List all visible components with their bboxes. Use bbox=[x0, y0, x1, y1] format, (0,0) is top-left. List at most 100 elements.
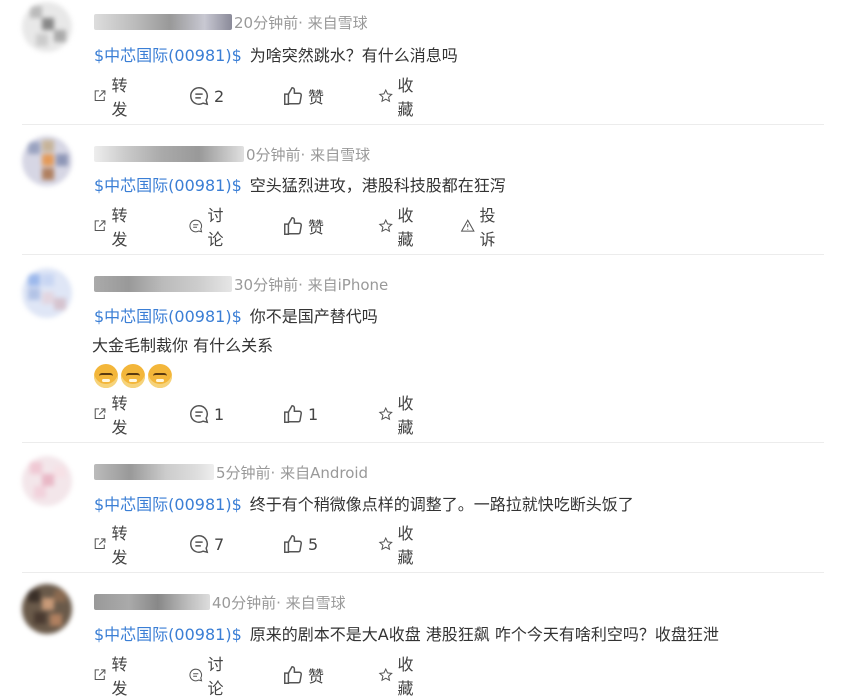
like-button[interactable]: 5 bbox=[282, 533, 318, 555]
stock-link[interactable]: $中芯国际(00981)$ bbox=[94, 625, 242, 644]
comment-bubble-icon bbox=[190, 535, 209, 554]
comment-bubble-icon bbox=[189, 668, 203, 682]
favorite-label: 收藏 bbox=[397, 524, 414, 567]
post-text-extra: 大金毛制裁你 有什么关系 bbox=[92, 336, 274, 355]
thumbs-up-icon bbox=[284, 535, 302, 553]
username-blurred[interactable] bbox=[94, 464, 214, 480]
star-icon bbox=[378, 218, 393, 233]
favorite-button[interactable]: 收藏 bbox=[378, 72, 420, 120]
post-time-source: 0分钟前· 来自雪球 bbox=[246, 145, 371, 164]
share-out-icon bbox=[94, 90, 106, 102]
share-out-icon bbox=[94, 669, 106, 681]
comment-button[interactable]: 讨论 bbox=[188, 202, 230, 250]
username-blurred[interactable] bbox=[94, 146, 244, 162]
like-button[interactable]: 赞 bbox=[282, 663, 324, 687]
favorite-button[interactable]: 收藏 bbox=[378, 651, 420, 699]
stock-link[interactable]: $中芯国际(00981)$ bbox=[94, 176, 242, 195]
like-count: 赞 bbox=[308, 218, 325, 237]
like-count: 赞 bbox=[308, 88, 325, 107]
report-button[interactable]: 投诉 bbox=[460, 202, 502, 250]
comment-count: 7 bbox=[214, 534, 225, 554]
username-blurred[interactable] bbox=[94, 594, 210, 610]
favorite-label: 收藏 bbox=[397, 206, 414, 249]
post-time-source: 40分钟前· 来自雪球 bbox=[212, 593, 346, 612]
post-time-source: 5分钟前· 来自Android bbox=[216, 463, 369, 482]
warning-triangle-icon bbox=[460, 219, 475, 232]
favorite-button[interactable]: 收藏 bbox=[378, 202, 420, 250]
avatar[interactable] bbox=[22, 584, 72, 634]
favorite-label: 收藏 bbox=[397, 76, 414, 119]
post-time-source: 30分钟前· 来自iPhone bbox=[234, 275, 389, 294]
star-icon bbox=[378, 406, 393, 421]
username-blurred[interactable] bbox=[94, 276, 232, 292]
share-out-icon bbox=[94, 408, 106, 420]
repost-button[interactable]: 转发 bbox=[92, 520, 134, 568]
comment-feed: 20分钟前· 来自雪球 $中芯国际(00981)$ 为啥突然跳水？有什么消息吗 转… bbox=[0, 0, 864, 698]
doge-emoji-icon bbox=[94, 364, 118, 388]
post-meta: 40分钟前· 来自雪球 bbox=[94, 592, 346, 612]
repost-label: 转发 bbox=[111, 524, 128, 567]
favorite-button[interactable]: 收藏 bbox=[378, 520, 420, 568]
doge-emoji-icon bbox=[148, 364, 172, 388]
post-content-line2: 大金毛制裁你 有什么关系 bbox=[92, 331, 824, 361]
post-content: $中芯国际(00981)$ 你不是国产替代吗 bbox=[94, 302, 824, 332]
avatar[interactable] bbox=[22, 2, 72, 52]
like-button[interactable]: 赞 bbox=[282, 214, 324, 238]
divider bbox=[22, 572, 824, 573]
post-text: 为啥突然跳水？有什么消息吗 bbox=[249, 46, 458, 65]
like-button[interactable]: 1 bbox=[282, 403, 318, 425]
like-count: 5 bbox=[308, 534, 319, 554]
share-out-icon bbox=[94, 220, 106, 232]
comment-button[interactable]: 7 bbox=[188, 533, 224, 555]
post-content: $中芯国际(00981)$ 为啥突然跳水？有什么消息吗 bbox=[94, 41, 824, 71]
post-content: $中芯国际(00981)$ 终于有个稍微像点样的调整了。一路拉就快吃断头饭了 bbox=[94, 490, 824, 520]
comment-bubble-icon bbox=[190, 405, 209, 424]
comment-button[interactable]: 2 bbox=[188, 85, 224, 107]
repost-label: 转发 bbox=[111, 394, 128, 437]
repost-button[interactable]: 转发 bbox=[92, 202, 134, 250]
post-content: $中芯国际(00981)$ 原来的剧本不是大A收盘 港股狂飙 咋个今天有啥利空吗？… bbox=[94, 620, 824, 650]
divider bbox=[22, 254, 824, 255]
stock-link[interactable]: $中芯国际(00981)$ bbox=[94, 46, 242, 65]
comment-count: 1 bbox=[214, 404, 225, 424]
post-text: 终于有个稍微像点样的调整了。一路拉就快吃断头饭了 bbox=[249, 495, 634, 514]
comment-count: 2 bbox=[214, 86, 225, 106]
repost-button[interactable]: 转发 bbox=[92, 390, 134, 438]
thumbs-up-icon bbox=[284, 217, 302, 235]
report-label: 投诉 bbox=[479, 206, 496, 249]
avatar[interactable] bbox=[22, 136, 72, 186]
avatar[interactable] bbox=[22, 268, 72, 318]
thumbs-up-icon bbox=[284, 405, 302, 423]
repost-label: 转发 bbox=[111, 655, 128, 698]
comment-bubble-icon bbox=[190, 87, 209, 106]
repost-label: 转发 bbox=[111, 206, 128, 249]
like-button[interactable]: 赞 bbox=[282, 84, 324, 108]
repost-button[interactable]: 转发 bbox=[92, 651, 134, 699]
star-icon bbox=[378, 536, 393, 551]
emoji-row bbox=[94, 364, 172, 390]
post-meta: 30分钟前· 来自iPhone bbox=[94, 274, 388, 294]
comment-button[interactable]: 讨论 bbox=[188, 651, 230, 699]
divider bbox=[22, 124, 824, 125]
like-count: 赞 bbox=[308, 667, 325, 686]
stock-link[interactable]: $中芯国际(00981)$ bbox=[94, 495, 242, 514]
thumbs-up-icon bbox=[284, 666, 302, 684]
share-out-icon bbox=[94, 538, 106, 550]
doge-emoji-icon bbox=[121, 364, 145, 388]
stock-link[interactable]: $中芯国际(00981)$ bbox=[94, 307, 242, 326]
favorite-button[interactable]: 收藏 bbox=[378, 390, 420, 438]
post-content: $中芯国际(00981)$ 空头猛烈进攻，港股科技股都在狂泻 bbox=[94, 171, 824, 201]
comment-button[interactable]: 1 bbox=[188, 403, 224, 425]
post-text: 原来的剧本不是大A收盘 港股狂飙 咋个今天有啥利空吗？收盘狂泄 bbox=[249, 625, 719, 644]
avatar[interactable] bbox=[22, 456, 72, 506]
post-meta: 20分钟前· 来自雪球 bbox=[94, 12, 368, 32]
like-count: 1 bbox=[308, 404, 319, 424]
favorite-label: 收藏 bbox=[397, 394, 414, 437]
repost-button[interactable]: 转发 bbox=[92, 72, 134, 120]
comment-count: 讨论 bbox=[207, 655, 224, 698]
comment-bubble-icon bbox=[189, 219, 203, 233]
divider bbox=[22, 442, 824, 443]
username-blurred[interactable] bbox=[94, 14, 232, 30]
post-meta: 5分钟前· 来自Android bbox=[94, 462, 368, 482]
post-text: 空头猛烈进攻，港股科技股都在狂泻 bbox=[249, 176, 506, 195]
